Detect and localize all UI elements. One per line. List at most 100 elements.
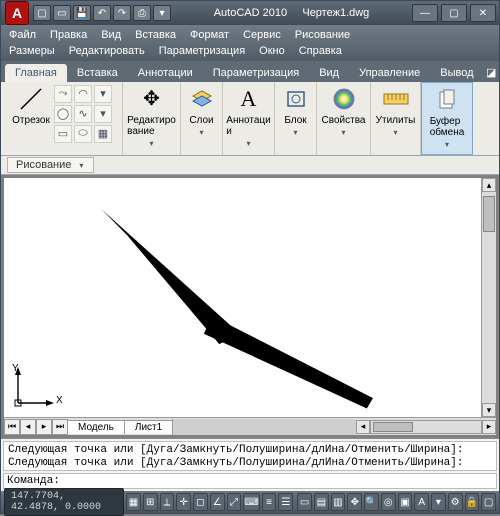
arc-icon[interactable]: ◠ [74, 85, 92, 103]
panel-draw: Отрезок ⤳ ◠ ▾ ◯ ∿ ▾ ▭ ⬭ ▦ [1, 82, 123, 155]
minimize-button[interactable]: — [412, 4, 438, 22]
layers-icon [188, 85, 216, 113]
ribbon-tab-annotate[interactable]: Аннотации [128, 64, 203, 82]
scroll-right-icon[interactable]: ▸ [482, 420, 496, 434]
modify-button[interactable]: ✥ Редактиро вание ▾ [132, 85, 172, 148]
annovis-icon[interactable]: ▾ [431, 493, 446, 511]
block-button[interactable]: Блок ▾ [276, 85, 316, 137]
menu-window[interactable]: Окно [259, 45, 285, 57]
command-line[interactable]: Команда: [3, 473, 497, 489]
steering-wheel-icon[interactable]: ◎ [381, 493, 396, 511]
qat-redo-icon[interactable]: ↷ [113, 5, 131, 21]
polar-toggle[interactable]: ✛ [176, 493, 191, 511]
menu-edit[interactable]: Правка [50, 29, 87, 41]
menu-dimensions[interactable]: Размеры [9, 45, 55, 57]
qat-save-icon[interactable]: 💾 [73, 5, 91, 21]
dyn-toggle[interactable]: ⌨ [243, 493, 259, 511]
quickview-drawings-icon[interactable]: ▥ [331, 493, 346, 511]
line-button[interactable]: Отрезок [11, 85, 51, 126]
drawing-canvas[interactable]: Y X ▴ ▾ [4, 178, 496, 417]
scroll-down-icon[interactable]: ▾ [482, 403, 496, 417]
ribbon-tab-view[interactable]: Вид [309, 64, 349, 82]
sheet-last-icon[interactable]: ⏭ [52, 419, 68, 435]
app-menu-button[interactable]: A [5, 1, 29, 25]
ribbon-tab-insert[interactable]: Вставка [67, 64, 128, 82]
clipboard-button[interactable]: Буфер обмена ▾ [427, 86, 467, 149]
pan-icon[interactable]: ✥ [347, 493, 362, 511]
otrack-toggle[interactable]: ∠ [210, 493, 225, 511]
qat-new-icon[interactable]: ▢ [33, 5, 51, 21]
menu-insert[interactable]: Вставка [135, 29, 176, 41]
app-window: A ▢ ▭ 💾 ↶ ↷ ⎙ ▾ AutoCAD 2010 Чертеж1.dwg… [0, 0, 500, 514]
hscroll-thumb[interactable] [373, 422, 413, 432]
draw-panel-expander[interactable]: Рисование ▾ [7, 157, 94, 173]
ribbon-collapse-icon[interactable]: ◪ [484, 63, 499, 82]
zoom-icon[interactable]: 🔍 [364, 493, 379, 511]
hscroll-track[interactable] [370, 420, 482, 434]
qat-dropdown-icon[interactable]: ▾ [153, 5, 171, 21]
qat-open-icon[interactable]: ▭ [53, 5, 71, 21]
ribbon-tab-parametric[interactable]: Параметризация [203, 64, 309, 82]
toolbar-lock-icon[interactable]: 🔒 [465, 493, 480, 511]
menu-help[interactable]: Справка [299, 45, 342, 57]
quickview-layouts-icon[interactable]: ▤ [314, 493, 329, 511]
menu-modify[interactable]: Редактировать [69, 45, 145, 57]
menu-tools[interactable]: Сервис [243, 29, 281, 41]
circle-icon[interactable]: ◯ [54, 105, 72, 123]
panel-annotation: A Аннотаци и ▾ [223, 82, 275, 155]
osnap-toggle[interactable]: ◻ [193, 493, 208, 511]
showmotion-icon[interactable]: ▣ [398, 493, 413, 511]
menu-file[interactable]: Файл [9, 29, 36, 41]
polyline-icon[interactable]: ⤳ [54, 85, 72, 103]
command-input[interactable] [60, 475, 493, 487]
sheet-prev-icon[interactable]: ◂ [20, 419, 36, 435]
workspace-icon[interactable]: ⚙ [448, 493, 463, 511]
menu-format[interactable]: Формат [190, 29, 229, 41]
tab-sheet1[interactable]: Лист1 [124, 420, 173, 434]
annoscale-icon[interactable]: A [414, 493, 429, 511]
menu-view[interactable]: Вид [101, 29, 121, 41]
rectangle-icon[interactable]: ▭ [54, 125, 72, 143]
lwt-toggle[interactable]: ≡ [262, 493, 277, 511]
ellipse-icon[interactable]: ⬭ [74, 125, 92, 143]
command-history[interactable]: Следующая точка или [Дуга/Замкнуть/Полуш… [3, 441, 497, 471]
util-button[interactable]: Утилиты ▾ [376, 85, 416, 137]
spline-icon[interactable]: ∿ [74, 105, 92, 123]
dropdown2-icon[interactable]: ▾ [94, 105, 112, 123]
hatch-icon[interactable]: ▦ [94, 125, 112, 143]
cleanscreen-icon[interactable]: ▢ [481, 493, 496, 511]
layers-dd-icon: ▾ [199, 128, 203, 137]
menu-parametric[interactable]: Параметризация [159, 45, 245, 57]
close-button[interactable]: ✕ [470, 4, 496, 22]
dynucs-toggle[interactable]: ⤢ [227, 493, 242, 511]
qp-toggle[interactable]: ☰ [278, 493, 293, 511]
vscroll-thumb[interactable] [483, 196, 495, 232]
maximize-button[interactable]: ▢ [441, 4, 467, 22]
sheet-first-icon[interactable]: ⏮ [4, 419, 20, 435]
layers-button[interactable]: Слои ▾ [182, 85, 222, 137]
cmd-hist-line-2: Следующая точка или [Дуга/Замкнуть/Полуш… [8, 457, 480, 470]
scroll-up-icon[interactable]: ▴ [482, 178, 496, 192]
props-button[interactable]: Свойства ▾ [324, 85, 364, 137]
sheet-nav: ⏮ ◂ ▸ ⏭ [4, 419, 68, 435]
menu-draw[interactable]: Рисование [295, 29, 350, 41]
horizontal-scrollbar[interactable]: ◂ ▸ [356, 420, 496, 434]
ribbon-tab-home[interactable]: Главная [5, 64, 67, 82]
tab-model[interactable]: Модель [67, 420, 125, 434]
grid-toggle[interactable]: ⊞ [143, 493, 158, 511]
qat-print-icon[interactable]: ⎙ [133, 5, 151, 21]
modelspace-toggle[interactable]: ▭ [297, 493, 312, 511]
dropdown-icon[interactable]: ▾ [94, 85, 112, 103]
scroll-left-icon[interactable]: ◂ [356, 420, 370, 434]
qat-undo-icon[interactable]: ↶ [93, 5, 111, 21]
vscroll-track[interactable] [482, 192, 496, 403]
ortho-toggle[interactable]: ⟂ [160, 493, 175, 511]
ribbon-tab-manage[interactable]: Управление [349, 64, 430, 82]
annotation-button[interactable]: A Аннотаци и ▾ [229, 85, 269, 148]
snap-toggle[interactable]: ▦ [126, 493, 141, 511]
sheet-next-icon[interactable]: ▸ [36, 419, 52, 435]
vertical-scrollbar[interactable]: ▴ ▾ [481, 178, 496, 417]
drawing-area-wrap: Y X ▴ ▾ ⏮ ◂ ▸ ⏭ Модель Лист1 ◂ [1, 175, 499, 438]
ribbon-tab-output[interactable]: Вывод [430, 64, 483, 82]
coordinates-readout[interactable]: 147.7704, 42.4878, 0.0000 [4, 488, 124, 516]
